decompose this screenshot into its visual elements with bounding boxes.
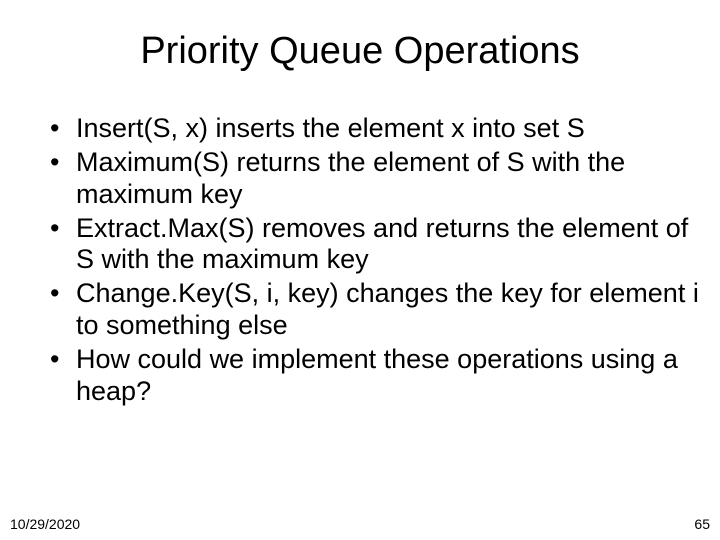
footer-date: 10/29/2020 <box>10 516 80 532</box>
slide-title: Priority Queue Operations <box>20 30 700 73</box>
list-item: Maximum(S) returns the element of S with… <box>50 147 700 211</box>
bullet-list: Insert(S, x) inserts the element x into … <box>20 113 700 408</box>
list-item: Insert(S, x) inserts the element x into … <box>50 113 700 145</box>
list-item: How could we implement these operations … <box>50 344 700 408</box>
footer-page-number: 65 <box>694 516 710 532</box>
list-item: Change.Key(S, i, key) changes the key fo… <box>50 278 700 342</box>
list-item: Extract.Max(S) removes and returns the e… <box>50 213 700 277</box>
slide: Priority Queue Operations Insert(S, x) i… <box>0 0 720 540</box>
